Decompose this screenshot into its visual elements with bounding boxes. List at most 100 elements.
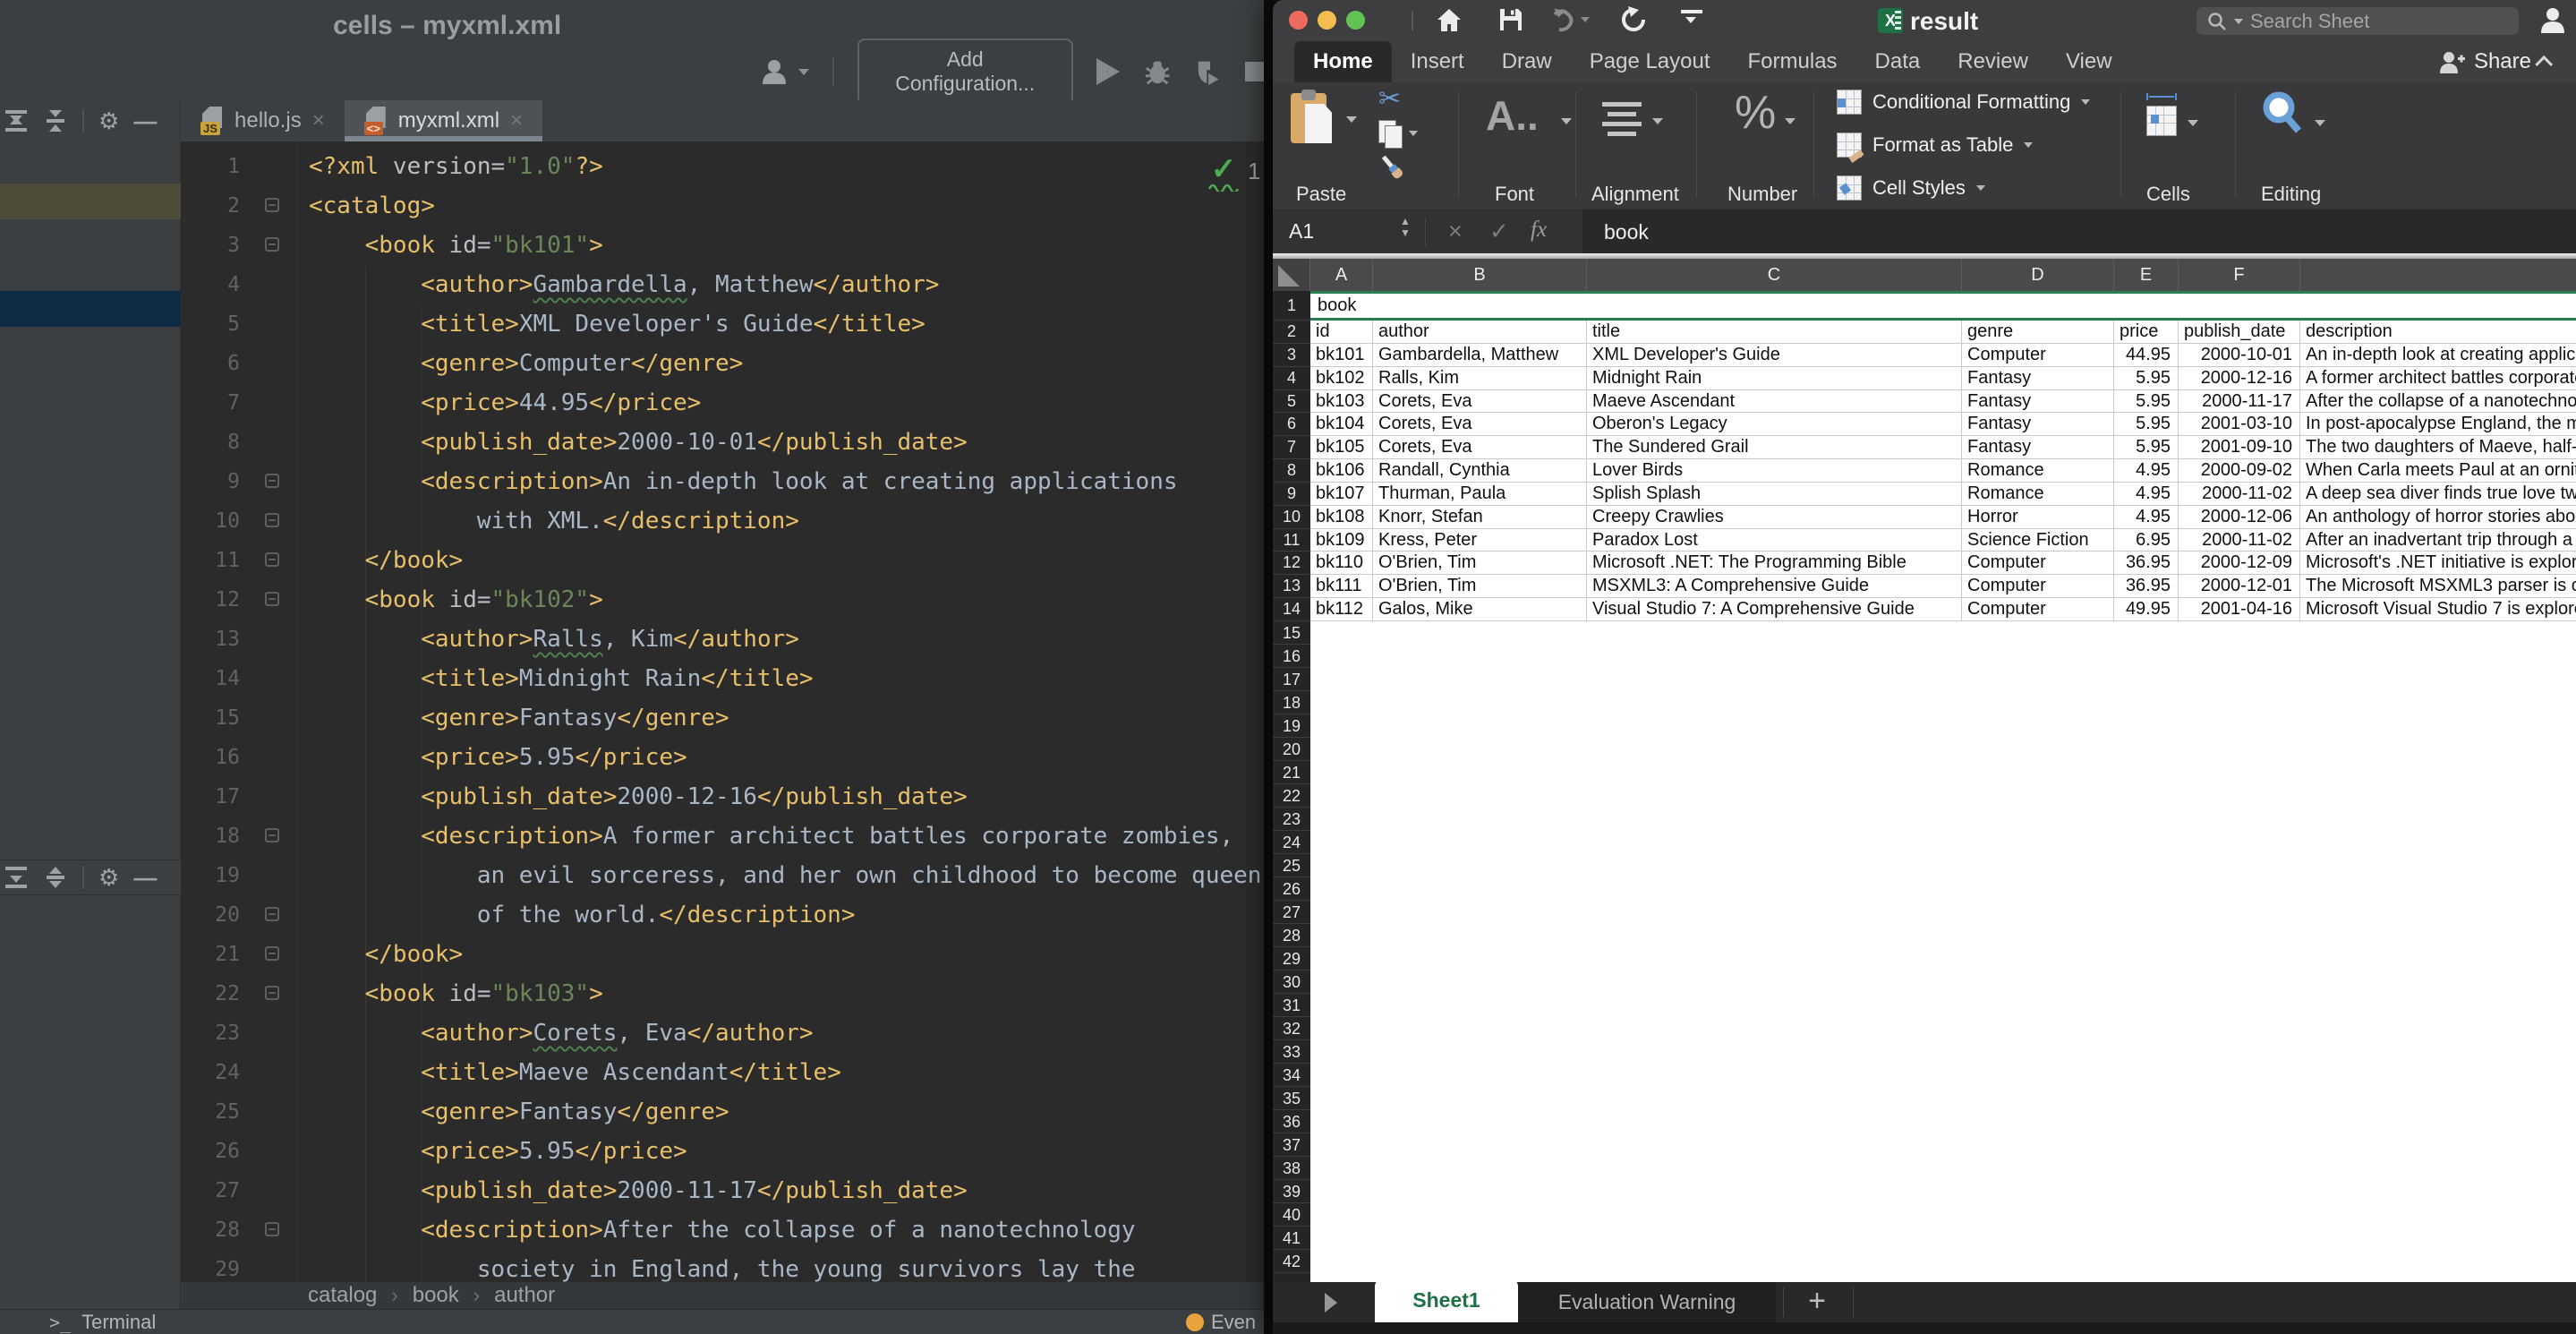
hide-panel-icon[interactable]: — xyxy=(133,866,157,889)
ribbon-tab-draw[interactable]: Draw xyxy=(1483,41,1571,82)
account-icon[interactable] xyxy=(2538,6,2567,33)
gutter-row[interactable]: 15 xyxy=(181,698,297,738)
row-header-11[interactable]: 11 xyxy=(1273,529,1310,552)
stop-icon[interactable] xyxy=(1245,62,1264,81)
column-header-A[interactable]: A xyxy=(1310,259,1373,291)
row-header-6[interactable]: 6 xyxy=(1273,413,1310,436)
gutter-row[interactable]: 11 xyxy=(181,541,297,580)
table-row[interactable]: bk112Galos, MikeVisual Studio 7: A Compr… xyxy=(1310,598,2576,621)
code-line[interactable]: an evil sorceress, and her own childhood… xyxy=(309,856,1261,895)
gutter-row[interactable]: 12 xyxy=(181,580,297,620)
row-header-29[interactable]: 29 xyxy=(1273,947,1310,971)
fold-collapse-icon[interactable] xyxy=(265,198,279,212)
table-cell[interactable]: 2001-09-10 xyxy=(2179,436,2300,458)
row-header-8[interactable]: 8 xyxy=(1273,459,1310,483)
row-header-23[interactable]: 23 xyxy=(1273,808,1310,831)
row-header-2[interactable]: 2 xyxy=(1273,321,1310,344)
row-header-36[interactable]: 36 xyxy=(1273,1110,1310,1133)
table-cell[interactable]: bk101 xyxy=(1310,344,1373,366)
table-cell[interactable]: 2000-12-09 xyxy=(2179,552,2300,574)
table-cell[interactable]: XML Developer's Guide xyxy=(1587,344,1962,366)
table-cell[interactable]: Maeve Ascendant xyxy=(1587,390,1962,413)
table-cell[interactable]: Gambardella, Matthew xyxy=(1373,344,1587,366)
gutter-row[interactable]: 20 xyxy=(181,895,297,935)
editing-icon[interactable] xyxy=(2259,90,2306,136)
table-row[interactable]: bk105Corets, EvaThe Sundered GrailFantas… xyxy=(1310,436,2576,459)
column-header-E[interactable]: E xyxy=(2114,259,2179,291)
field-header-cell[interactable]: genre xyxy=(1962,321,2114,343)
fold-end-icon[interactable] xyxy=(265,946,279,961)
user-menu-button[interactable] xyxy=(761,58,809,85)
field-header-cell[interactable]: price xyxy=(2114,321,2179,343)
editing-dropdown-icon[interactable] xyxy=(2315,120,2325,126)
breadcrumb-item-author[interactable]: author xyxy=(494,1283,555,1308)
table-cell[interactable]: Kress, Peter xyxy=(1373,529,1587,552)
row-header-34[interactable]: 34 xyxy=(1273,1064,1310,1087)
table-cell[interactable]: bk106 xyxy=(1310,459,1373,482)
table-row[interactable]: bk106Randall, CynthiaLover BirdsRomance4… xyxy=(1310,459,2576,483)
ribbon-tab-home[interactable]: Home xyxy=(1294,41,1392,82)
undo-icon[interactable] xyxy=(1548,7,1575,32)
field-header-cell[interactable]: id xyxy=(1310,321,1373,343)
row-header-26[interactable]: 26 xyxy=(1273,877,1310,901)
row-header-30[interactable]: 30 xyxy=(1273,971,1310,994)
row-header-27[interactable]: 27 xyxy=(1273,901,1310,924)
row-header-16[interactable]: 16 xyxy=(1273,645,1310,668)
table-cell[interactable]: Ralls, Kim xyxy=(1373,367,1587,389)
gutter-row[interactable]: 18 xyxy=(181,817,297,856)
code-line[interactable]: <author>Ralls, Kim</author> xyxy=(309,620,1261,659)
code-line[interactable]: of the world.</description> xyxy=(309,895,1261,935)
table-cell[interactable]: Science Fiction xyxy=(1962,529,2114,552)
ribbon-tab-page-layout[interactable]: Page Layout xyxy=(1571,41,1729,82)
row-header-38[interactable]: 38 xyxy=(1273,1157,1310,1180)
sheet-tab-evaluation-warning[interactable]: Evaluation Warning xyxy=(1518,1282,1776,1322)
ribbon-tab-data[interactable]: Data xyxy=(1856,41,1940,82)
table-cell[interactable]: The Microsoft MSXML3 parser is covered i… xyxy=(2300,575,2576,597)
close-icon[interactable]: × xyxy=(510,108,523,133)
fold-collapse-icon[interactable] xyxy=(265,474,279,488)
add-configuration-button[interactable]: Add Configuration... xyxy=(857,38,1073,105)
row-header-18[interactable]: 18 xyxy=(1273,691,1310,714)
table-cell[interactable]: 5.95 xyxy=(2114,413,2179,435)
table-cell[interactable]: Corets, Eva xyxy=(1373,413,1587,435)
search-input[interactable]: Search Sheet xyxy=(2196,7,2519,35)
row-headers[interactable]: 1234567891011121314151617181920212223242… xyxy=(1273,291,1310,1282)
row-header-15[interactable]: 15 xyxy=(1273,621,1310,645)
gutter-row[interactable]: 19 xyxy=(181,856,297,895)
row-header-25[interactable]: 25 xyxy=(1273,854,1310,877)
column-headers[interactable]: ABCDEF xyxy=(1273,259,2576,291)
table-cell[interactable]: After the collapse of a nanotechnology s… xyxy=(2300,390,2576,413)
table-cell[interactable]: 4.95 xyxy=(2114,483,2179,505)
debug-icon[interactable] xyxy=(1143,57,1172,86)
gutter-row[interactable]: 13 xyxy=(181,620,297,659)
gutter-row[interactable]: 24 xyxy=(181,1053,297,1092)
paste-dropdown-icon[interactable] xyxy=(1346,116,1357,123)
table-cell[interactable]: Lover Birds xyxy=(1587,459,1962,482)
row-header-9[interactable]: 9 xyxy=(1273,483,1310,506)
row-header-4[interactable]: 4 xyxy=(1273,367,1310,390)
paste-button[interactable] xyxy=(1291,90,1335,145)
row-header-35[interactable]: 35 xyxy=(1273,1087,1310,1110)
code-line[interactable]: <book id="bk102"> xyxy=(309,580,1261,620)
table-cell[interactable]: 2000-11-02 xyxy=(2179,529,2300,552)
fold-collapse-icon[interactable] xyxy=(265,592,279,606)
field-header-cell[interactable]: publish_date xyxy=(2179,321,2300,343)
undo-dropdown-icon[interactable] xyxy=(1581,17,1590,22)
table-cell[interactable]: Paradox Lost xyxy=(1587,529,1962,552)
table-cell[interactable]: 36.95 xyxy=(2114,575,2179,597)
row-header-24[interactable]: 24 xyxy=(1273,831,1310,854)
table-cell[interactable]: Splish Splash xyxy=(1587,483,1962,505)
code-line[interactable]: <description>A former architect battles … xyxy=(309,817,1261,856)
gutter-row[interactable]: 7 xyxy=(181,383,297,423)
table-cell[interactable]: 2000-11-02 xyxy=(2179,483,2300,505)
redo-icon[interactable] xyxy=(1620,6,1647,33)
table-cell[interactable]: Fantasy xyxy=(1962,390,2114,413)
code-line[interactable]: <book id="bk101"> xyxy=(309,226,1261,265)
table-row[interactable]: bk110O'Brien, TimMicrosoft .NET: The Pro… xyxy=(1310,552,2576,575)
table-cell[interactable]: O'Brien, Tim xyxy=(1373,552,1587,574)
home-icon[interactable] xyxy=(1436,7,1463,34)
table-cell[interactable]: bk108 xyxy=(1310,506,1373,528)
fold-end-icon[interactable] xyxy=(265,513,279,527)
gutter-row[interactable]: 9 xyxy=(181,462,297,501)
row-header-21[interactable]: 21 xyxy=(1273,761,1310,784)
